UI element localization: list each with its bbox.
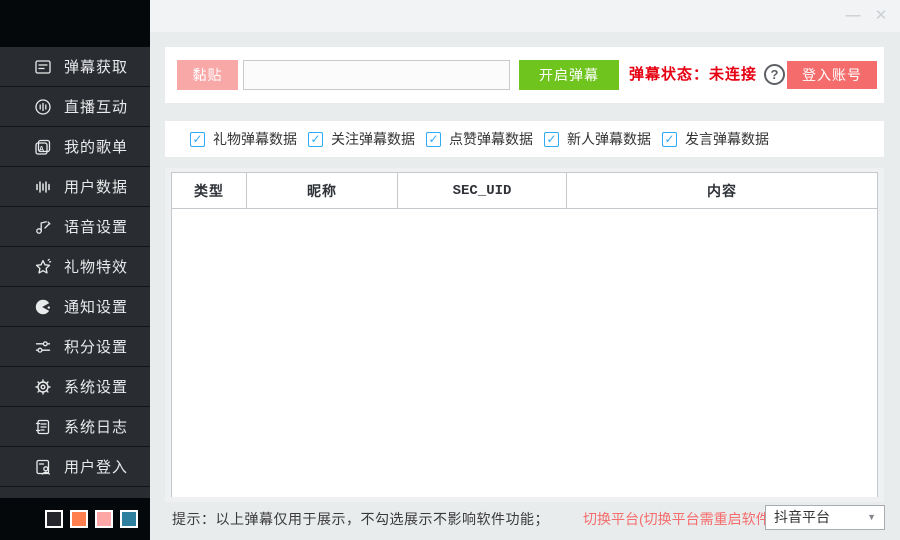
system-log-icon bbox=[33, 417, 53, 437]
toolbar-panel: 黏贴 开启弹幕 弹幕状态：未连接 ? 登入账号 bbox=[165, 47, 884, 103]
gear-icon bbox=[33, 377, 53, 397]
danmaku-status: 弹幕状态：未连接 bbox=[629, 60, 757, 90]
sidebar-menu: 弹幕获取 直播互动 A 我的歌单 bbox=[0, 47, 150, 487]
sidebar-item-label: 我的歌单 bbox=[64, 136, 128, 157]
close-button[interactable]: ✕ bbox=[868, 0, 894, 32]
filter-gift-danmaku[interactable]: ✓ 礼物弹幕数据 bbox=[190, 121, 297, 157]
status-value: 未连接 bbox=[709, 66, 757, 83]
sidebar-item-label: 积分设置 bbox=[64, 336, 128, 357]
sidebar-item-user-login[interactable]: 用户登入 bbox=[0, 447, 150, 487]
danmaku-table: 类型 昵称 SEC_UID 内容 bbox=[171, 172, 878, 497]
footer-tip-text: 提示：以上弹幕仅用于展示，不勾选展示不影响软件功能； bbox=[172, 509, 549, 529]
sidebar-item-voice-settings[interactable]: 语音设置 bbox=[0, 207, 150, 247]
column-header-type: 类型 bbox=[172, 173, 247, 208]
status-label: 弹幕状态： bbox=[629, 66, 709, 83]
sidebar-item-system-log[interactable]: 系统日志 bbox=[0, 407, 150, 447]
checkbox-checked-icon[interactable]: ✓ bbox=[544, 132, 559, 147]
theme-swatch-pink[interactable] bbox=[95, 510, 113, 528]
paste-button[interactable]: 黏贴 bbox=[177, 60, 238, 90]
sidebar-item-label: 通知设置 bbox=[64, 296, 128, 317]
theme-swatch-teal[interactable] bbox=[120, 510, 138, 528]
sidebar-item-danmaku-capture[interactable]: 弹幕获取 bbox=[0, 47, 150, 87]
danmaku-table-container: 类型 昵称 SEC_UID 内容 bbox=[165, 168, 884, 502]
platform-select-value: 抖音平台 bbox=[774, 506, 830, 529]
checkbox-checked-icon[interactable]: ✓ bbox=[426, 132, 441, 147]
filter-chat-danmaku[interactable]: ✓ 发言弹幕数据 bbox=[662, 121, 769, 157]
user-data-icon bbox=[33, 177, 53, 197]
table-header-row: 类型 昵称 SEC_UID 内容 bbox=[172, 173, 877, 209]
table-body-empty bbox=[172, 209, 877, 497]
gift-effects-icon bbox=[33, 257, 53, 277]
column-header-sec-uid: SEC_UID bbox=[398, 173, 567, 208]
sidebar-item-label: 系统设置 bbox=[64, 376, 128, 397]
filters-panel: ✓ 礼物弹幕数据 ✓ 关注弹幕数据 ✓ 点赞弹幕数据 ✓ 新人弹幕数据 ✓ 发言… bbox=[165, 121, 884, 157]
live-interaction-icon bbox=[33, 97, 53, 117]
notification-settings-icon bbox=[33, 297, 53, 317]
user-login-icon bbox=[33, 457, 53, 477]
column-header-nickname: 昵称 bbox=[247, 173, 398, 208]
filter-follow-danmaku[interactable]: ✓ 关注弹幕数据 bbox=[308, 121, 415, 157]
sidebar-item-user-data[interactable]: 用户数据 bbox=[0, 167, 150, 207]
minimize-button[interactable]: — bbox=[840, 0, 866, 32]
voice-settings-icon bbox=[33, 217, 53, 237]
sidebar-header bbox=[0, 0, 150, 47]
login-account-button[interactable]: 登入账号 bbox=[787, 61, 877, 89]
filter-label: 点赞弹幕数据 bbox=[449, 129, 533, 149]
sidebar-item-label: 礼物特效 bbox=[64, 256, 128, 277]
svg-text:A: A bbox=[39, 146, 44, 153]
switch-platform-link[interactable]: 切换平台(切换平台需重启软件) bbox=[583, 509, 774, 529]
sidebar-item-label: 语音设置 bbox=[64, 216, 128, 237]
platform-select[interactable]: 抖音平台 ▼ bbox=[765, 505, 885, 530]
titlebar: — ✕ bbox=[150, 0, 900, 32]
sidebar-item-notification-settings[interactable]: 通知设置 bbox=[0, 287, 150, 327]
danmaku-list-icon bbox=[33, 57, 53, 77]
app-window: — ✕ 弹幕获取 直播互动 bbox=[0, 0, 900, 540]
sidebar-item-my-playlist[interactable]: A 我的歌单 bbox=[0, 127, 150, 167]
sidebar-item-label: 系统日志 bbox=[64, 416, 128, 437]
chevron-down-icon: ▼ bbox=[867, 506, 876, 529]
sidebar-item-system-settings[interactable]: 系统设置 bbox=[0, 367, 150, 407]
filter-label: 新人弹幕数据 bbox=[567, 129, 651, 149]
theme-swatch-bar bbox=[0, 498, 150, 540]
checkbox-checked-icon[interactable]: ✓ bbox=[190, 132, 205, 147]
filter-like-danmaku[interactable]: ✓ 点赞弹幕数据 bbox=[426, 121, 533, 157]
theme-swatch-dark[interactable] bbox=[45, 510, 63, 528]
sidebar-item-label: 直播互动 bbox=[64, 96, 128, 117]
checkbox-checked-icon[interactable]: ✓ bbox=[308, 132, 323, 147]
theme-swatch-orange[interactable] bbox=[70, 510, 88, 528]
room-url-input[interactable] bbox=[243, 60, 510, 90]
filter-label: 礼物弹幕数据 bbox=[213, 129, 297, 149]
playlist-icon: A bbox=[33, 137, 53, 157]
filter-label: 发言弹幕数据 bbox=[685, 129, 769, 149]
sidebar-item-gift-effects[interactable]: 礼物特效 bbox=[0, 247, 150, 287]
filter-newcomer-danmaku[interactable]: ✓ 新人弹幕数据 bbox=[544, 121, 651, 157]
sidebar: 弹幕获取 直播互动 A 我的歌单 bbox=[0, 0, 150, 540]
sidebar-item-live-interaction[interactable]: 直播互动 bbox=[0, 87, 150, 127]
help-icon[interactable]: ? bbox=[764, 64, 785, 85]
start-danmaku-button[interactable]: 开启弹幕 bbox=[519, 60, 619, 90]
sidebar-item-label: 用户数据 bbox=[64, 176, 128, 197]
sidebar-item-points-settings[interactable]: 积分设置 bbox=[0, 327, 150, 367]
checkbox-checked-icon[interactable]: ✓ bbox=[662, 132, 677, 147]
points-settings-icon bbox=[33, 337, 53, 357]
filter-label: 关注弹幕数据 bbox=[331, 129, 415, 149]
sidebar-item-label: 用户登入 bbox=[64, 456, 128, 477]
column-header-content: 内容 bbox=[567, 173, 877, 208]
sidebar-item-label: 弹幕获取 bbox=[64, 56, 128, 77]
